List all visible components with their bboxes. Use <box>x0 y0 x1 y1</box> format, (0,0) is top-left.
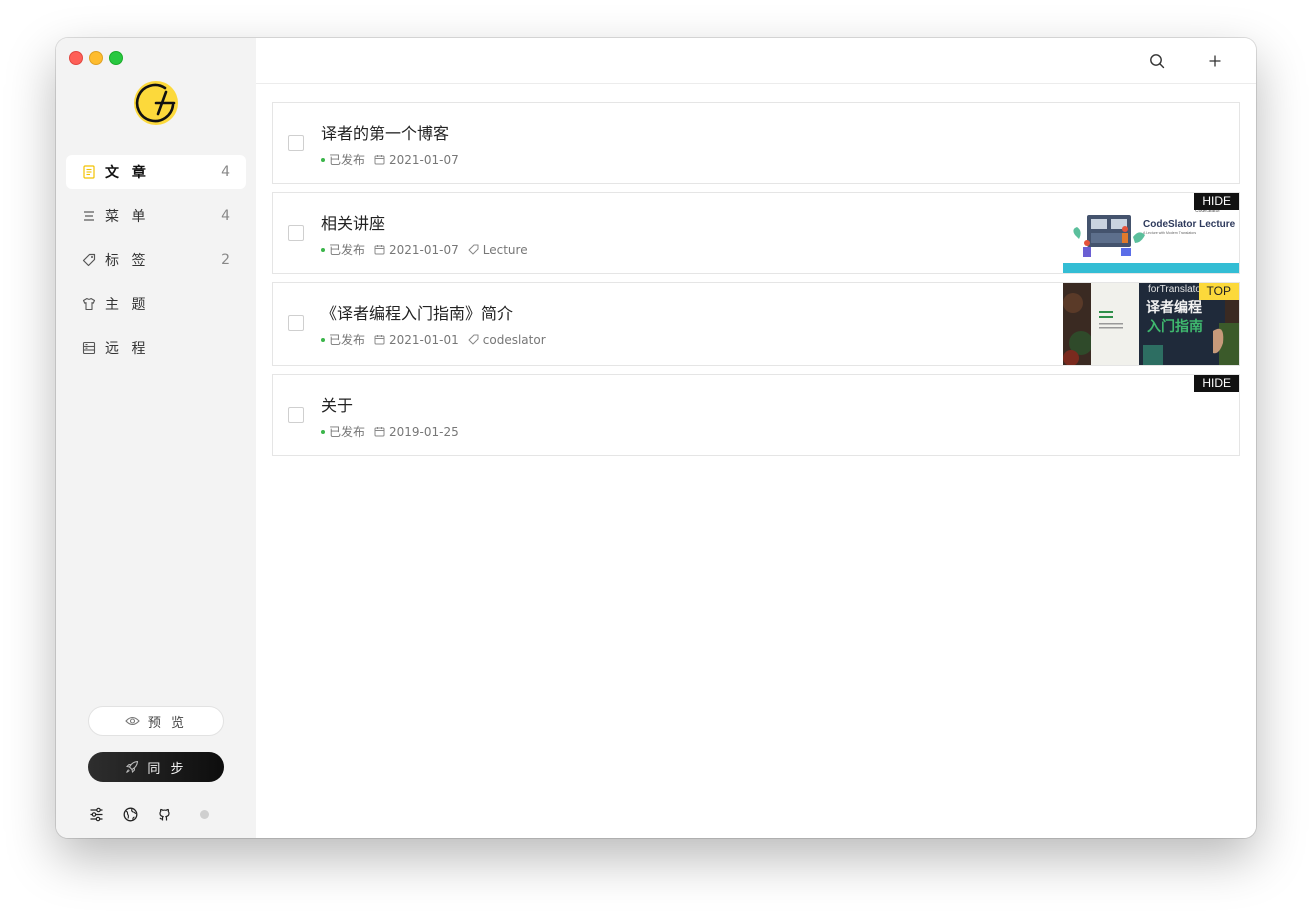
post-card[interactable]: 《译者编程入门指南》简介 已发布 2021-01-01 codeslator f… <box>272 282 1240 366</box>
zoom-window-button[interactable] <box>109 51 123 65</box>
gridea-logo-icon <box>134 81 178 125</box>
post-checkbox[interactable] <box>288 315 304 331</box>
post-status: 已发布 <box>329 333 366 347</box>
post-checkbox[interactable] <box>288 407 304 423</box>
close-window-button[interactable] <box>69 51 83 65</box>
tag-icon <box>82 253 96 267</box>
sidebar-item-menus[interactable]: 菜 单 4 <box>66 199 246 233</box>
calendar-icon <box>374 426 385 437</box>
post-card[interactable]: 相关讲座 已发布 2021-01-07 Lecture CodeSlator L… <box>272 192 1240 274</box>
post-title: 相关讲座 <box>321 214 386 233</box>
post-title: 译者的第一个博客 <box>321 124 450 143</box>
hide-badge: HIDE <box>1194 375 1239 392</box>
sidebar-item-count: 4 <box>221 164 230 180</box>
post-tag: Lecture <box>482 242 528 257</box>
sidebar-item-label: 远 程 <box>105 341 150 357</box>
post-thumbnail: forTranslators 译者编程 入门指南 TOP <box>1063 283 1239 365</box>
sync-status-dot <box>200 809 209 819</box>
post-meta: 已发布 2019-01-25 <box>321 423 459 440</box>
document-icon <box>82 165 96 179</box>
post-thumbnail: CodeSlator Lecture CodeSlator A Lecture … <box>1063 193 1239 273</box>
tag-icon <box>468 244 479 255</box>
preview-button[interactable]: 预 览 <box>88 706 224 736</box>
sidebar-nav: 文 章 4 菜 单 4 标 签 2 主 题 远 程 <box>66 155 246 375</box>
main-panel: 译者的第一个博客 已发布 2021-01-07 相关讲座 已发布 2021-01… <box>256 38 1256 838</box>
minimize-window-button[interactable] <box>89 51 103 65</box>
sidebar-item-label: 菜 单 <box>105 209 150 225</box>
post-title: 《译者编程入门指南》简介 <box>321 304 514 323</box>
calendar-icon <box>374 334 385 345</box>
globe-icon[interactable] <box>122 806 138 822</box>
post-status: 已发布 <box>329 425 366 439</box>
rocket-icon <box>125 760 139 774</box>
sidebar-item-themes[interactable]: 主 题 <box>66 287 246 321</box>
sync-button-label: 同 步 <box>147 761 187 777</box>
post-status: 已发布 <box>329 243 366 257</box>
post-date: 2019-01-25 <box>389 424 459 439</box>
eye-icon <box>125 716 140 726</box>
post-date: 2021-01-01 <box>389 332 459 347</box>
post-checkbox[interactable] <box>288 225 304 241</box>
server-icon <box>82 341 96 355</box>
thumb-line-3: 入门指南 <box>1147 318 1203 335</box>
sidebar-item-label: 文 章 <box>105 165 150 181</box>
thumb-line-2: 译者编程 <box>1146 299 1202 316</box>
post-status: 已发布 <box>329 153 366 167</box>
sidebar-item-articles[interactable]: 文 章 4 <box>66 155 246 189</box>
preview-button-label: 预 览 <box>147 715 188 731</box>
plus-icon[interactable] <box>1206 52 1224 70</box>
sidebar-item-tags[interactable]: 标 签 2 <box>66 243 246 277</box>
shirt-icon <box>82 297 96 311</box>
thumb-title: CodeSlator Lecture <box>1143 219 1236 230</box>
post-meta: 已发布 2021-01-07 <box>321 151 459 168</box>
post-title: 关于 <box>321 396 354 415</box>
post-meta: 已发布 2021-01-01 codeslator <box>321 331 546 348</box>
published-dot-icon <box>321 337 325 342</box>
tag-icon <box>468 334 479 345</box>
github-icon[interactable] <box>156 806 172 822</box>
sidebar-footer <box>88 806 209 822</box>
calendar-icon <box>374 154 385 165</box>
published-dot-icon <box>321 157 325 162</box>
sidebar: 文 章 4 菜 单 4 标 签 2 主 题 远 程 预 览 同 步 <box>56 38 256 838</box>
published-dot-icon <box>321 247 325 252</box>
thumb-caption: A Lecture with Modern Translators <box>1143 231 1196 235</box>
calendar-icon <box>374 244 385 255</box>
sync-button[interactable]: 同 步 <box>88 752 224 782</box>
toolbar <box>256 38 1256 84</box>
menu-icon <box>82 209 96 223</box>
sidebar-item-label: 标 签 <box>105 253 150 269</box>
post-date: 2021-01-07 <box>389 242 459 257</box>
settings-sliders-icon[interactable] <box>88 806 104 822</box>
sidebar-item-count: 2 <box>221 252 230 268</box>
post-tag: codeslator <box>482 332 546 347</box>
post-list: 译者的第一个博客 已发布 2021-01-07 相关讲座 已发布 2021-01… <box>272 102 1240 464</box>
hide-badge: HIDE <box>1194 193 1239 210</box>
post-card[interactable]: 译者的第一个博客 已发布 2021-01-07 <box>272 102 1240 184</box>
search-icon[interactable] <box>1148 52 1166 70</box>
post-meta: 已发布 2021-01-07 Lecture <box>321 241 528 258</box>
sidebar-item-count: 4 <box>221 208 230 224</box>
post-checkbox[interactable] <box>288 135 304 151</box>
top-badge: TOP <box>1198 283 1239 300</box>
sidebar-item-remote[interactable]: 远 程 <box>66 331 246 365</box>
sidebar-item-label: 主 题 <box>105 297 150 313</box>
published-dot-icon <box>321 429 325 434</box>
post-date: 2021-01-07 <box>389 152 459 167</box>
post-card[interactable]: 关于 已发布 2019-01-25 HIDE <box>272 374 1240 456</box>
app-window: 文 章 4 菜 单 4 标 签 2 主 题 远 程 预 览 同 步 译者的第一个… <box>56 38 1256 838</box>
